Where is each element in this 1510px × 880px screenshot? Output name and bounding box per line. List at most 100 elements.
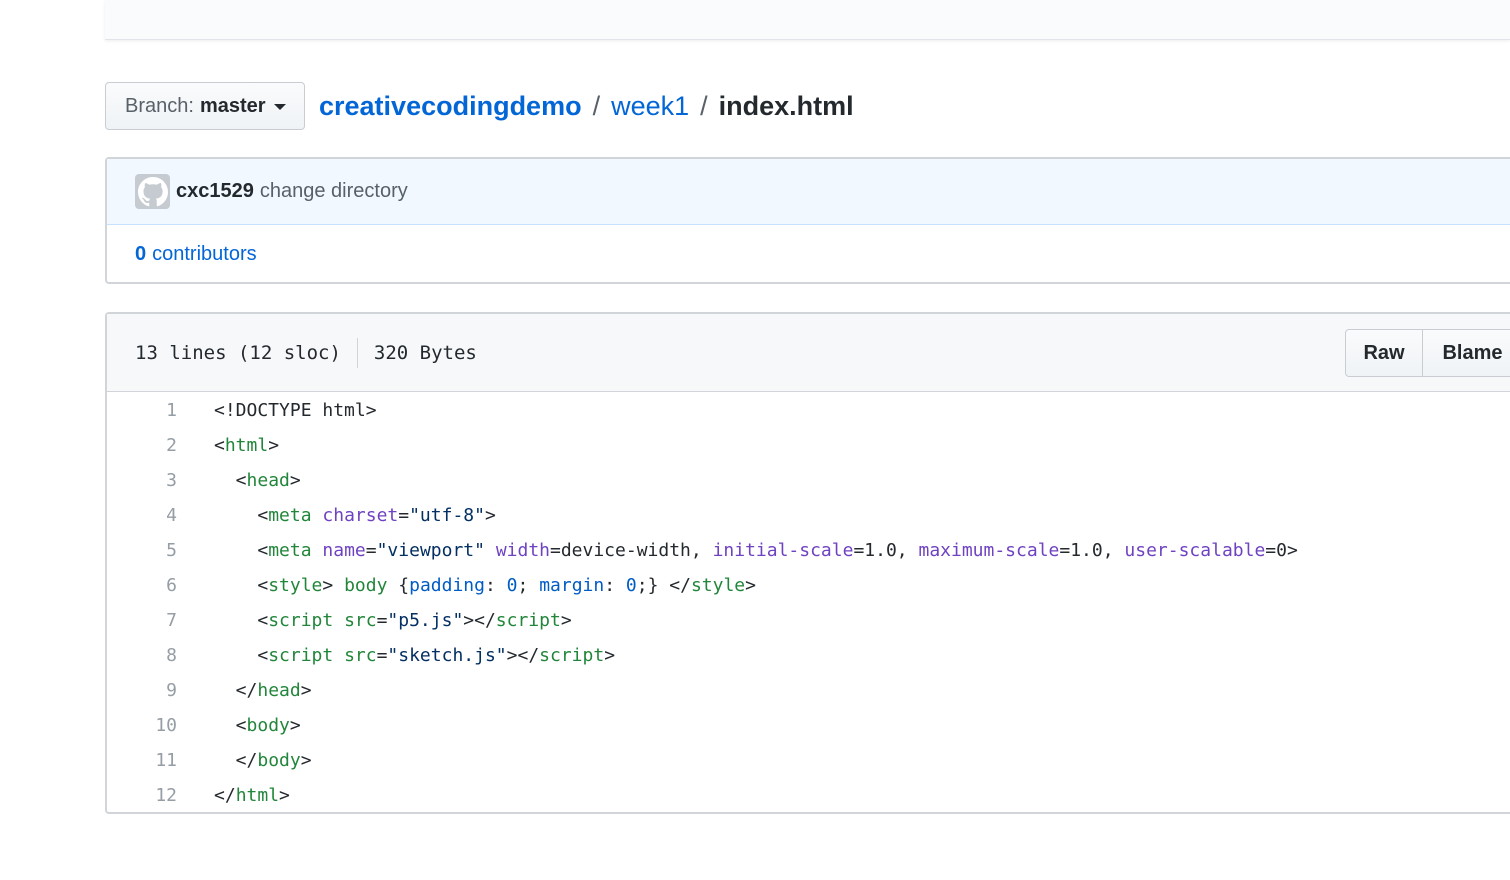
- line-number[interactable]: 2: [107, 435, 177, 456]
- code-token: <: [214, 645, 269, 666]
- code-token: =: [376, 645, 388, 666]
- line-number[interactable]: 4: [107, 505, 177, 526]
- code-line: 1 <!DOCTYPE html>: [107, 393, 1510, 428]
- commit-author-link[interactable]: cxc1529: [176, 180, 254, 203]
- code-line: 5 <meta name="viewport" width=device-wid…: [107, 533, 1510, 568]
- code-line: 12 </html>: [107, 778, 1510, 813]
- breadcrumb: creativecodingdemo / week1 / index.html: [319, 91, 854, 122]
- code-token: "utf-8": [409, 505, 485, 526]
- code-line: 11 </body>: [107, 743, 1510, 778]
- octocat-avatar-image: [137, 176, 168, 206]
- line-number[interactable]: 9: [107, 680, 177, 701]
- code-token: head: [246, 470, 290, 491]
- line-number[interactable]: 11: [107, 750, 177, 771]
- code-token: script: [268, 645, 334, 666]
- line-content: <head>: [177, 470, 301, 491]
- code-token: padding: [409, 575, 485, 596]
- code-token: width: [495, 540, 550, 561]
- line-number[interactable]: 6: [107, 575, 177, 596]
- code-token: :: [604, 575, 626, 596]
- github-octocat-icon[interactable]: [135, 174, 170, 209]
- code-token: head: [257, 680, 301, 701]
- code-token: style: [690, 575, 746, 596]
- code-token: </: [214, 785, 236, 806]
- code-token: <: [214, 575, 269, 596]
- line-number[interactable]: 7: [107, 610, 177, 631]
- line-content: <meta name="viewport" width=device-width…: [177, 540, 1297, 561]
- code-line: 8 <script src="sketch.js"></script>: [107, 638, 1510, 673]
- code-token: =: [376, 610, 388, 631]
- code-token: >: [289, 715, 301, 736]
- code-token: "viewport": [376, 540, 485, 561]
- code-token: >: [300, 750, 312, 771]
- code-token: <: [214, 505, 269, 526]
- code-token: ></: [506, 645, 540, 666]
- line-number[interactable]: 1: [107, 400, 177, 421]
- code-token: src: [344, 610, 377, 631]
- code-token: src: [344, 645, 377, 666]
- line-content: <style> body {padding: 0; margin: 0;} </…: [177, 575, 756, 596]
- line-number[interactable]: 5: [107, 540, 177, 561]
- code-token: html: [224, 435, 269, 456]
- code-token: >: [300, 680, 312, 701]
- code-token: <: [214, 610, 269, 631]
- line-content: <meta charset="utf-8">: [177, 505, 495, 526]
- code-token: margin: [539, 575, 605, 596]
- code-token: <: [214, 715, 247, 736]
- code-token: html: [235, 785, 280, 806]
- code-token: name: [322, 540, 366, 561]
- commit-tease: cxc1529 change directory: [107, 159, 1510, 225]
- line-number[interactable]: 8: [107, 645, 177, 666]
- line-number[interactable]: 3: [107, 470, 177, 491]
- caret-down-icon: [273, 104, 286, 110]
- code-token: </: [214, 750, 258, 771]
- code-token: >: [604, 645, 616, 666]
- line-content: </body>: [177, 750, 312, 771]
- file-info-divider: [356, 337, 358, 368]
- code-token: script: [268, 610, 334, 631]
- code-token: >: [322, 575, 345, 596]
- branch-select-button[interactable]: Branch: master: [105, 82, 305, 130]
- code-token: body: [344, 575, 388, 596]
- file-line-count: 13 lines (12 sloc): [135, 341, 341, 364]
- line-content: <body>: [177, 715, 301, 736]
- code-token: body: [257, 750, 301, 771]
- raw-button[interactable]: Raw: [1345, 329, 1423, 377]
- commit-message[interactable]: change directory: [260, 180, 408, 203]
- line-content: <html>: [177, 435, 279, 456]
- line-content: <script src="sketch.js"></script>: [177, 645, 615, 666]
- code-token: <: [214, 435, 225, 456]
- code-token: >: [268, 435, 280, 456]
- file-navigation: Branch: master creativecodingdemo / week…: [105, 82, 854, 130]
- blame-button[interactable]: Blame: [1423, 329, 1510, 377]
- line-content: <!DOCTYPE html>: [177, 400, 377, 421]
- code-token: "p5.js": [387, 610, 464, 631]
- breadcrumb-repo-link[interactable]: creativecodingdemo: [319, 91, 582, 122]
- code-token: meta: [268, 540, 312, 561]
- code-token: {: [387, 575, 410, 596]
- line-content: </html>: [177, 785, 290, 806]
- code-token: charset: [322, 505, 399, 526]
- code-token: >: [745, 575, 756, 596]
- breadcrumb-folder-link[interactable]: week1: [611, 91, 689, 122]
- code-token: script: [495, 610, 561, 631]
- code-line: 2 <html>: [107, 428, 1510, 463]
- latest-commit-box: cxc1529 change directory 0 contributors: [105, 157, 1510, 284]
- file-size: 320 Bytes: [373, 341, 477, 364]
- code-token: =1.0,: [1059, 540, 1125, 561]
- code-token: <: [214, 470, 247, 491]
- contributors-link[interactable]: 0 contributors: [135, 243, 257, 266]
- code-token: </: [214, 680, 258, 701]
- line-number[interactable]: 12: [107, 785, 177, 806]
- code-token: body: [246, 715, 290, 736]
- code-body: 1 <!DOCTYPE html> 2 <html> 3 <head> 4 <meta c…: [107, 392, 1510, 813]
- code-token: >: [289, 470, 301, 491]
- contributors-count: 0: [135, 242, 147, 265]
- line-number[interactable]: 10: [107, 715, 177, 736]
- code-line: 9 </head>: [107, 673, 1510, 708]
- code-token: maximum-scale: [918, 540, 1060, 561]
- code-line: 4 <meta charset="utf-8">: [107, 498, 1510, 533]
- code-token: initial-scale: [712, 540, 854, 561]
